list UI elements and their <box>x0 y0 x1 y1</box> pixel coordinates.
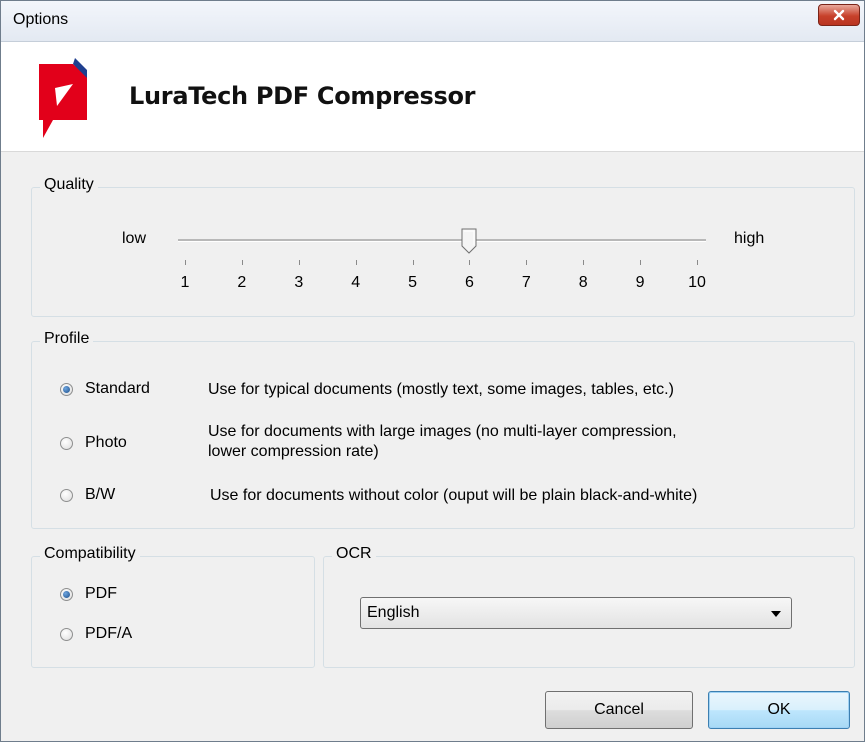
slider-tick-mark <box>583 260 585 265</box>
quality-slider-thumb[interactable] <box>461 228 477 254</box>
profile-photo-label: Photo <box>85 434 127 451</box>
slider-tick-label: 7 <box>521 274 531 291</box>
radio-button[interactable] <box>60 488 73 502</box>
profile-photo-radio[interactable]: Photo <box>60 434 127 452</box>
slider-tick-label: 8 <box>578 274 588 291</box>
luratech-logo-icon <box>39 58 87 138</box>
compatibility-legend: Compatibility <box>40 545 140 563</box>
compat-pdf-label: PDF <box>85 585 117 602</box>
profile-photo-description-line2: lower compression rate) <box>208 443 379 460</box>
profile-bw-label: B/W <box>85 486 116 503</box>
slider-tick-label: 6 <box>464 274 474 291</box>
slider-tick-label: 10 <box>688 274 706 291</box>
slider-tick-mark <box>412 260 414 265</box>
profile-legend: Profile <box>40 330 94 348</box>
ocr-legend: OCR <box>332 545 376 563</box>
slider-tick-label: 1 <box>180 274 190 291</box>
profile-group: Profile Standard Use for typical documen… <box>31 330 855 529</box>
profile-bw-radio[interactable]: B/W <box>60 486 115 504</box>
app-name: LuraTech PDF Compressor <box>129 82 476 110</box>
slider-tick-mark <box>697 260 698 265</box>
chevron-down-icon[interactable] <box>771 611 781 617</box>
ocr-language-select[interactable]: English <box>360 597 792 629</box>
header-banner: LuraTech PDF Compressor <box>1 42 864 152</box>
radio-selected-dot <box>63 385 70 393</box>
ocr-language-value: English <box>367 604 420 621</box>
slider-tick-label: 3 <box>294 274 304 291</box>
compatibility-group: Compatibility PDF PDF/A <box>31 545 315 668</box>
slider-tick-mark <box>185 260 186 265</box>
compat-pdfa-label: PDF/A <box>85 625 133 642</box>
window-title: Options <box>13 11 69 28</box>
slider-tick-mark <box>298 260 300 265</box>
cancel-button[interactable]: Cancel <box>545 691 693 729</box>
compat-pdf-radio[interactable]: PDF <box>60 585 117 603</box>
radio-button[interactable] <box>60 627 73 641</box>
profile-standard-radio[interactable]: Standard <box>60 380 150 398</box>
slider-tick-mark <box>526 260 528 265</box>
profile-standard-label: Standard <box>85 380 150 397</box>
quality-slider-track[interactable] <box>178 239 706 242</box>
profile-bw-description: Use for documents without color (ouput w… <box>210 487 698 504</box>
radio-selected-dot <box>63 590 70 598</box>
close-button[interactable] <box>818 4 860 26</box>
radio-button[interactable] <box>60 436 73 450</box>
slider-tick-mark <box>355 260 357 265</box>
slider-tick-label: 4 <box>351 274 361 291</box>
quality-group: Quality low high 1 2 3 4 5 6 7 8 9 10 <box>31 176 855 317</box>
slider-tick-label: 9 <box>635 274 645 291</box>
radio-button[interactable] <box>60 587 73 601</box>
options-dialog: Options LuraTech PDF Compressor Quality … <box>0 0 865 742</box>
profile-standard-description: Use for typical documents (mostly text, … <box>208 381 674 398</box>
ok-button[interactable]: OK <box>708 691 850 729</box>
slider-tick-mark <box>469 260 471 265</box>
quality-legend: Quality <box>40 176 98 194</box>
profile-photo-description: Use for documents with large images (no … <box>208 422 677 462</box>
ocr-group: OCR English <box>323 545 855 668</box>
slider-tick-label: 2 <box>237 274 247 291</box>
slider-tick-mark <box>241 260 243 265</box>
close-icon <box>833 9 845 21</box>
slider-tick-mark <box>640 260 642 265</box>
slider-tick-label: 5 <box>408 274 417 291</box>
radio-button[interactable] <box>60 382 73 396</box>
slider-low-label: low <box>122 230 147 247</box>
compat-pdfa-radio[interactable]: PDF/A <box>60 625 132 643</box>
profile-photo-description-line1: Use for documents with large images (no … <box>208 423 677 440</box>
slider-high-label: high <box>734 230 765 247</box>
title-bar[interactable]: Options <box>1 1 864 42</box>
